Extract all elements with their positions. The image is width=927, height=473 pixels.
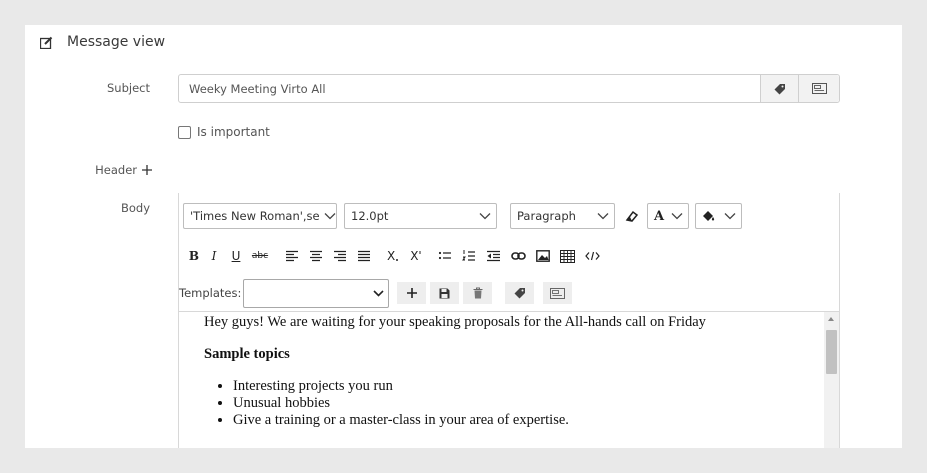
background-color-button[interactable] — [695, 203, 743, 229]
editor-toolbar-row-3: Templates: — [179, 278, 573, 308]
clear-format-button[interactable] — [622, 206, 642, 226]
is-important-checkbox[interactable] — [178, 125, 191, 139]
italic-button[interactable]: I — [209, 246, 219, 266]
subject-input[interactable] — [179, 75, 760, 102]
content-topic-list: Interesting projects you run Unusual hob… — [233, 378, 569, 429]
bullet-list-button[interactable] — [438, 246, 452, 266]
templates-label: Templates: — [179, 286, 242, 300]
chevron-down-icon — [724, 213, 736, 220]
is-important-label: Is important — [197, 125, 270, 139]
bold-button[interactable]: B — [189, 246, 199, 266]
save-template-button[interactable] — [430, 282, 460, 304]
align-center-button[interactable] — [309, 246, 323, 266]
font-size-select[interactable]: 12.0pt — [344, 203, 497, 229]
template-tag-button[interactable] — [505, 282, 535, 304]
edit-icon — [40, 36, 53, 49]
text-color-button[interactable]: A — [647, 203, 690, 229]
subscript-glyph: X — [387, 249, 396, 263]
superscript-marker-icon — [419, 250, 421, 254]
align-left-icon — [286, 250, 298, 262]
save-icon — [439, 288, 450, 298]
align-justify-button[interactable] — [357, 246, 371, 266]
outdent-icon — [487, 250, 501, 262]
outdent-button[interactable] — [486, 246, 501, 266]
template-preview-button[interactable] — [543, 282, 573, 304]
delete-template-button[interactable] — [463, 282, 493, 304]
template-icon — [811, 83, 827, 94]
bullet-list-icon — [439, 251, 452, 260]
panel-title: Message view — [67, 34, 166, 50]
list-item: Unusual hobbies — [233, 395, 569, 412]
scroll-up-arrow-icon[interactable] — [828, 317, 834, 321]
insert-image-button[interactable] — [536, 246, 551, 266]
editor-content-area[interactable]: Hey guys! We are waiting for your speaki… — [179, 311, 839, 448]
template-icon — [550, 287, 566, 299]
align-right-button[interactable] — [333, 246, 347, 266]
font-family-select[interactable]: 'Times New Roman',se — [183, 203, 337, 229]
chevron-down-icon — [597, 213, 609, 220]
image-icon — [536, 250, 551, 262]
body-label: Body — [120, 201, 150, 215]
block-format-value: Paragraph — [517, 209, 576, 223]
is-important-row: Is important — [178, 125, 270, 139]
tag-icon — [514, 288, 525, 299]
panel-header: Message view — [40, 33, 165, 51]
link-icon — [511, 252, 527, 260]
list-item: Give a training or a master-class in you… — [233, 412, 569, 429]
font-family-value: 'Times New Roman',se — [190, 209, 320, 223]
list-item: Interesting projects you run — [233, 378, 569, 395]
rich-text-editor: 'Times New Roman',se 12.0pt Paragraph A — [178, 193, 840, 448]
underline-button[interactable]: U — [231, 246, 241, 266]
chevron-down-icon — [671, 213, 683, 220]
chevron-down-icon — [373, 289, 384, 297]
font-size-value: 12.0pt — [351, 209, 389, 223]
numbered-list-button[interactable] — [462, 246, 476, 266]
templates-select[interactable] — [243, 278, 390, 308]
insert-table-button[interactable] — [560, 246, 576, 266]
editor-scrollbar[interactable] — [824, 312, 839, 448]
header-label: Header — [95, 163, 137, 177]
trash-icon — [473, 287, 483, 299]
align-center-icon — [310, 250, 322, 262]
chevron-down-icon — [479, 213, 491, 220]
insert-link-button[interactable] — [511, 246, 527, 266]
table-icon — [560, 249, 576, 263]
superscript-button[interactable]: X — [410, 246, 422, 266]
content-paragraph: Hey guys! We are waiting for your speaki… — [204, 314, 706, 330]
align-right-icon — [334, 250, 346, 262]
plus-icon — [406, 288, 417, 298]
subscript-marker-icon — [396, 258, 399, 261]
subject-tag-button[interactable] — [760, 75, 798, 102]
text-color-glyph: A — [654, 208, 665, 224]
message-view-panel: Message view Subject Is important Header… — [25, 25, 902, 448]
scrollbar-thumb[interactable] — [826, 330, 837, 374]
subject-label: Subject — [107, 81, 150, 95]
align-justify-icon — [358, 250, 370, 262]
content-heading: Sample topics — [204, 346, 290, 362]
eraser-icon — [625, 210, 639, 222]
subject-field — [178, 74, 840, 103]
block-format-select[interactable]: Paragraph — [510, 203, 615, 229]
chevron-down-icon — [324, 213, 336, 220]
subject-template-button[interactable] — [798, 75, 839, 102]
code-icon — [585, 251, 601, 261]
editor-toolbar-row-2: B I U abc X X — [189, 245, 610, 267]
tag-icon — [774, 83, 785, 94]
subscript-button[interactable]: X — [387, 246, 399, 266]
editor-toolbar-row-1: 'Times New Roman',se 12.0pt Paragraph A — [183, 203, 748, 229]
superscript-glyph: X — [410, 249, 419, 263]
view-html-button[interactable] — [585, 246, 601, 266]
paint-bucket-icon — [703, 210, 715, 221]
strikethrough-button[interactable]: abc — [251, 246, 269, 266]
numbered-list-icon — [462, 250, 476, 261]
header-field-row: Header — [25, 163, 153, 177]
align-left-button[interactable] — [285, 246, 299, 266]
add-template-button[interactable] — [397, 282, 427, 304]
plus-icon[interactable] — [141, 164, 153, 176]
